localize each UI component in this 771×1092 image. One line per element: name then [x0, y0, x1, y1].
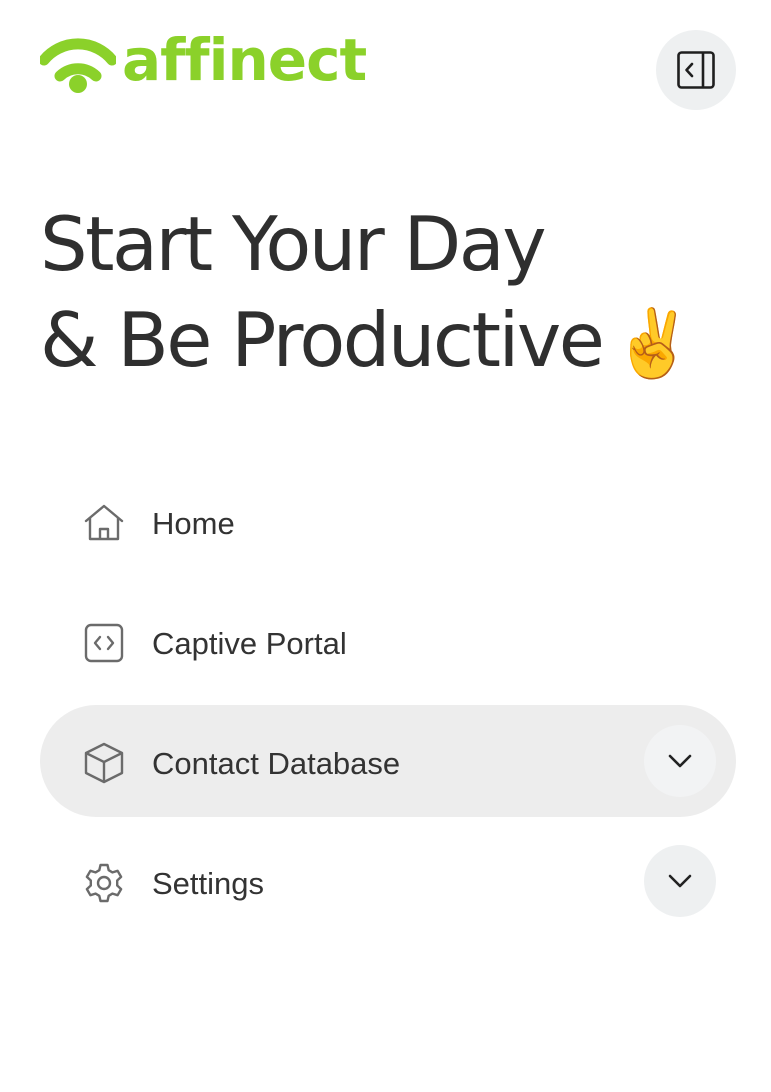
- brand-name: affinect: [122, 26, 367, 94]
- nav-label-contact-database: Contact Database: [152, 746, 401, 781]
- main-navigation: Home Captive Portal Contact Database Set…: [40, 465, 736, 945]
- wifi-logo-icon: [40, 38, 116, 93]
- chevron-down-icon: [668, 874, 692, 888]
- sidebar: affinect Start Your Day & Be Productive ✌…: [0, 0, 771, 1092]
- code-icon: [84, 623, 124, 663]
- greeting-heading: Start Your Day & Be Productive ✌️: [40, 196, 740, 392]
- nav-label-home: Home: [152, 506, 235, 541]
- home-icon: [84, 504, 124, 541]
- nav-label-captive-portal: Captive Portal: [152, 626, 347, 661]
- nav-item-home[interactable]: Home: [40, 465, 736, 577]
- victory-hand-emoji: ✌️: [612, 305, 695, 382]
- expand-contact-database-button[interactable]: [644, 725, 716, 797]
- sidebar-collapse-icon: [677, 51, 715, 89]
- greeting-line-2-wrap: & Be Productive ✌️: [40, 292, 740, 392]
- nav-item-captive-portal[interactable]: Captive Portal: [40, 585, 736, 697]
- box-icon: [84, 742, 124, 784]
- brand-logo[interactable]: affinect: [40, 26, 367, 96]
- greeting-line-1: Start Your Day: [40, 200, 547, 288]
- sidebar-header: affinect: [40, 26, 736, 112]
- nav-item-contact-database[interactable]: Contact Database: [40, 705, 736, 817]
- collapse-sidebar-button[interactable]: [656, 30, 736, 110]
- expand-settings-button[interactable]: [644, 845, 716, 917]
- nav-label-settings: Settings: [152, 866, 265, 901]
- gear-icon: [85, 863, 123, 903]
- chevron-down-icon: [668, 754, 692, 768]
- nav-item-settings[interactable]: Settings: [40, 825, 736, 937]
- greeting-line-2: & Be Productive: [40, 296, 605, 384]
